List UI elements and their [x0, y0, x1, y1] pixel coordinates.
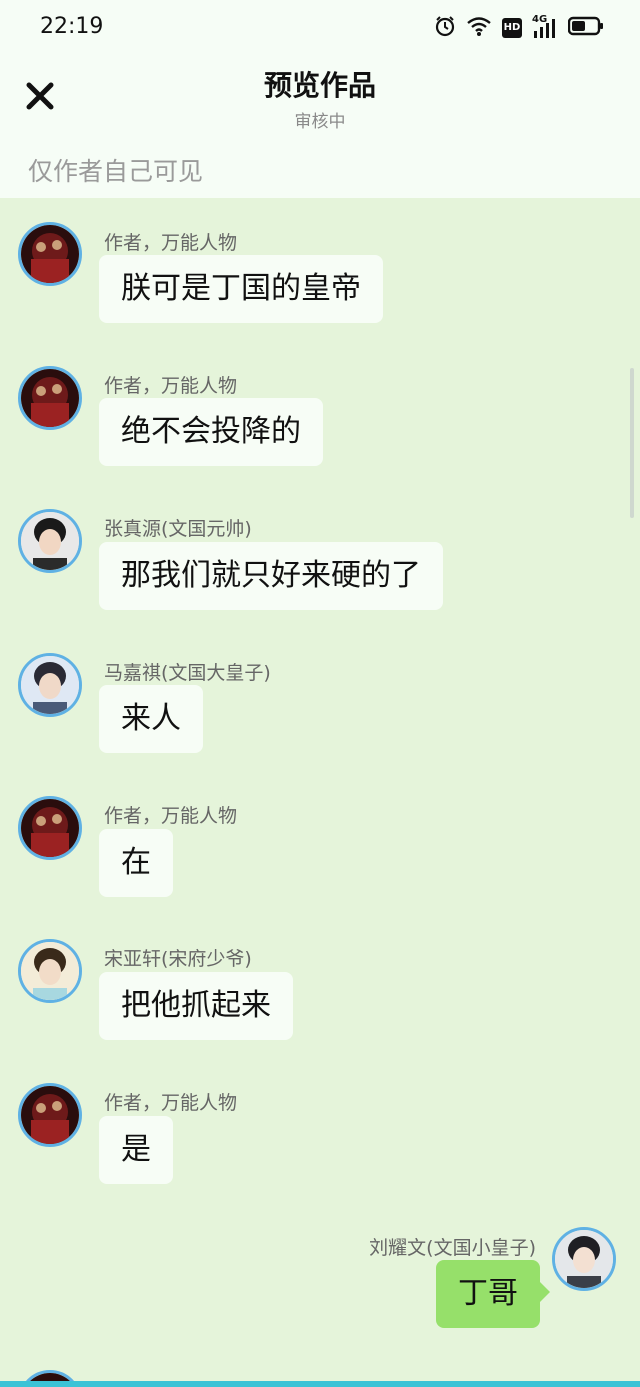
status-time: 22:19: [40, 14, 104, 39]
scrollbar[interactable]: [630, 368, 634, 518]
status-bar: 22:19 HD 4G: [0, 0, 640, 56]
header-area: 22:19 HD 4G 预览作品 审核中 仅作者自己可见: [0, 0, 640, 198]
message-bubble-outgoing[interactable]: 丁哥: [436, 1260, 550, 1328]
page-title: 预览作品: [263, 69, 376, 102]
sender-name: 宋亚轩(宋府少爷): [104, 948, 252, 970]
character-avatar[interactable]: [18, 653, 82, 717]
sender-name: 作者，万能人物: [104, 805, 238, 827]
alarm-icon: [434, 15, 456, 41]
message-bubble[interactable]: 来人: [99, 685, 203, 753]
sender-name: 作者，万能人物: [104, 375, 238, 397]
message-bubble[interactable]: 那我们就只好来硬的了: [99, 542, 443, 610]
author-avatar[interactable]: [18, 366, 82, 430]
chat-area[interactable]: 作者，万能人物 朕可是丁国的皇帝 作者，万能人物 绝不会投降的 张真源(文国元帅…: [0, 198, 640, 1387]
hd-icon: HD: [502, 18, 522, 38]
wifi-icon: [466, 15, 492, 41]
sender-name: 作者，万能人物: [104, 1092, 238, 1114]
message-bubble[interactable]: 绝不会投降的: [99, 398, 323, 466]
battery-icon: [567, 15, 604, 41]
bottom-progress-bar: [0, 1381, 640, 1387]
signal-4g-icon: 4G: [532, 14, 558, 39]
message-bubble[interactable]: 在: [99, 829, 173, 897]
visibility-notice: 仅作者自己可见: [28, 157, 204, 186]
status-icons: HD 4G: [434, 14, 604, 41]
author-avatar[interactable]: [18, 222, 82, 286]
author-avatar[interactable]: [18, 1083, 82, 1147]
review-status: 审核中: [294, 112, 346, 132]
character-avatar[interactable]: [18, 509, 82, 573]
message-bubble[interactable]: 朕可是丁国的皇帝: [99, 255, 383, 323]
sender-name: 张真源(文国元帅): [104, 518, 252, 540]
sender-name: 马嘉祺(文国大皇子): [104, 662, 271, 684]
message-bubble[interactable]: 是: [99, 1116, 173, 1184]
message-bubble[interactable]: 把他抓起来: [99, 972, 293, 1040]
character-avatar[interactable]: [18, 939, 82, 1003]
sender-name: 刘耀文(文国小皇子): [369, 1237, 536, 1259]
author-avatar[interactable]: [18, 796, 82, 860]
character-avatar[interactable]: [552, 1227, 616, 1291]
sender-name: 作者，万能人物: [104, 232, 238, 254]
